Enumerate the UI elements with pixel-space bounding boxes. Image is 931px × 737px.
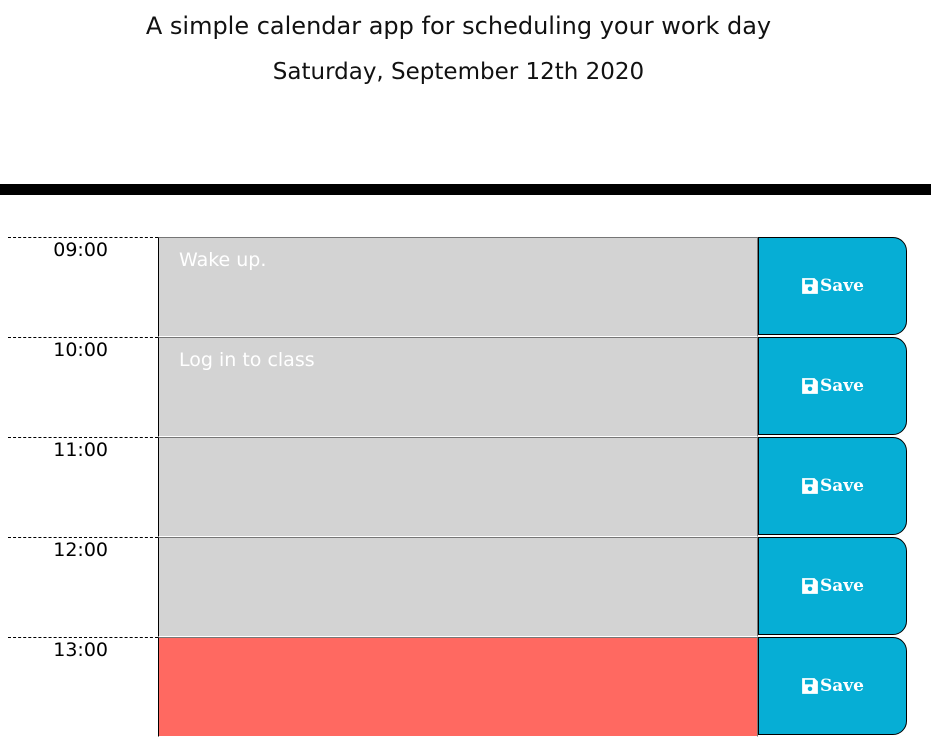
time-block-0900: 09:00 Wake up. Save — [0, 237, 931, 337]
floppy-disk-icon — [802, 378, 818, 394]
page-title-fragment — [400, 0, 530, 2]
save-button[interactable]: Save — [758, 237, 907, 335]
event-input[interactable]: Wake up. — [158, 237, 758, 337]
time-block-1300: 13:00 Save — [0, 637, 931, 737]
event-input[interactable]: Log in to class — [158, 337, 758, 437]
hour-label: 11:00 — [8, 437, 158, 536]
page-subtitle: A simple calendar app for scheduling you… — [145, 12, 772, 40]
save-button[interactable]: Save — [758, 337, 907, 435]
event-input[interactable] — [158, 637, 758, 737]
time-block-1000: 10:00 Log in to class Save — [0, 337, 931, 437]
floppy-disk-icon — [802, 278, 818, 294]
save-button-label: Save — [820, 276, 864, 296]
floppy-disk-icon — [802, 678, 818, 694]
floppy-disk-icon — [802, 478, 818, 494]
hour-label: 12:00 — [8, 537, 158, 636]
save-button-label: Save — [820, 476, 864, 496]
current-day: Saturday, September 12th 2020 — [272, 59, 645, 85]
save-button-label: Save — [820, 576, 864, 596]
hour-label: 10:00 — [8, 337, 158, 436]
save-button[interactable]: Save — [758, 437, 907, 535]
floppy-disk-icon — [802, 578, 818, 594]
hour-label: 09:00 — [8, 237, 158, 336]
event-input[interactable] — [158, 537, 758, 637]
save-button-label: Save — [820, 676, 864, 696]
hour-label: 13:00 — [8, 637, 158, 736]
schedule: 09:00 Wake up. Save 10:00 Log in to clas… — [0, 237, 931, 737]
save-button[interactable]: Save — [758, 537, 907, 635]
time-block-1100: 11:00 Save — [0, 437, 931, 537]
save-button[interactable]: Save — [758, 637, 907, 735]
header-divider — [0, 184, 931, 195]
save-button-label: Save — [820, 376, 864, 396]
event-input[interactable] — [158, 437, 758, 537]
time-block-1200: 12:00 Save — [0, 537, 931, 637]
